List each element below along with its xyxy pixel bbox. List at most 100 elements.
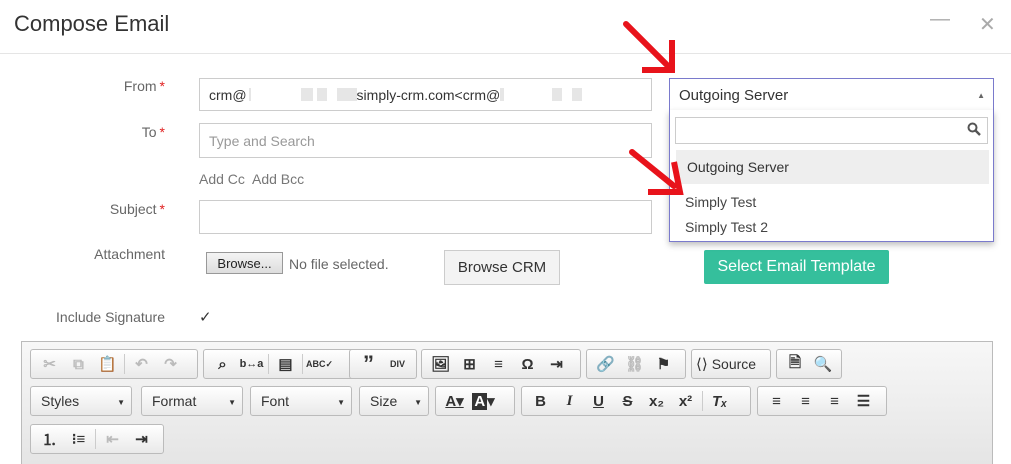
add-bcc-link[interactable]: Add Bcc: [252, 171, 304, 187]
redo-icon[interactable]: ↷: [156, 351, 185, 377]
browse-crm-button[interactable]: Browse CRM: [444, 250, 560, 285]
link-group: 🔗 ⛓ ⚑: [586, 349, 686, 379]
undo-icon[interactable]: ↶: [127, 351, 156, 377]
close-icon[interactable]: ✕: [979, 12, 996, 37]
justify-icon[interactable]: ☰: [849, 388, 878, 414]
dropdown-option[interactable]: Outgoing Server: [676, 150, 989, 184]
font-combo[interactable]: Font ▼: [250, 386, 352, 416]
redacted-text: [300, 88, 313, 101]
block-group: ” DIV: [349, 349, 417, 379]
size-label: Size: [370, 393, 398, 409]
subject-input[interactable]: [199, 200, 652, 234]
include-signature-checkbox[interactable]: ✓: [199, 310, 215, 326]
page-break-icon[interactable]: ⇥: [542, 351, 571, 377]
format-combo[interactable]: Format ▼: [141, 386, 243, 416]
to-label: To *: [141, 124, 165, 140]
outdent-icon[interactable]: ⇤: [98, 426, 127, 452]
chevron-down-icon: ▼: [228, 398, 236, 407]
superscript-icon[interactable]: x²: [671, 388, 700, 414]
subject-label: Subject *: [109, 201, 165, 217]
template-group: 🗎 🔍: [776, 349, 842, 379]
modal-header: Compose Email — ✕: [0, 0, 1011, 54]
dropdown-search-input[interactable]: [675, 117, 988, 144]
dropdown-option[interactable]: Simply Test 2: [670, 212, 989, 242]
align-group: ≡ ≡ ≡ ☰: [757, 386, 887, 416]
from-field[interactable]: crm@ simply-crm.com<crm@: [199, 78, 652, 111]
remove-format-icon[interactable]: Tₓ: [705, 388, 734, 414]
bulleted-list-icon[interactable]: ⁝≡: [64, 426, 93, 452]
italic-icon[interactable]: I: [555, 388, 584, 414]
chevron-down-icon: ▼: [337, 398, 345, 407]
insert-group: 🖼 ⊞ ≡ Ω ⇥: [421, 349, 581, 379]
caret-up-icon: ▲: [977, 91, 985, 100]
paste-icon[interactable]: 📋: [93, 351, 122, 377]
text-color-icon[interactable]: A▾: [440, 388, 469, 414]
to-input[interactable]: Type and Search: [199, 123, 652, 158]
styles-combo[interactable]: Styles ▼: [30, 386, 132, 416]
minimize-icon[interactable]: —: [930, 8, 950, 31]
format-label: Format: [152, 393, 197, 409]
select-all-icon[interactable]: ▤: [271, 351, 300, 377]
from-value-prefix: crm@: [209, 86, 247, 103]
color-group: A▾ A ▾: [435, 386, 515, 416]
align-left-icon[interactable]: ≡: [762, 388, 791, 414]
browse-file-button[interactable]: Browse...: [206, 252, 283, 274]
from-label: From *: [123, 78, 165, 94]
cut-icon[interactable]: ✂: [35, 351, 64, 377]
modal-title: Compose Email: [14, 11, 170, 36]
toolbar-separator: [268, 354, 269, 374]
numbered-list-icon[interactable]: ⒈: [35, 426, 64, 452]
annotation-arrow-icon: [623, 21, 675, 73]
div-container-icon[interactable]: DIV: [383, 351, 412, 377]
bg-color-icon[interactable]: A ▾: [469, 388, 498, 414]
source-label: Source: [711, 356, 757, 372]
outgoing-server-value: Outgoing Server: [679, 86, 789, 104]
redacted-text: [336, 88, 357, 101]
styles-label: Styles: [41, 393, 80, 409]
font-label: Font: [261, 393, 290, 409]
select-email-template-button[interactable]: Select Email Template: [704, 250, 889, 284]
chevron-down-icon: ▼: [117, 398, 125, 407]
align-right-icon[interactable]: ≡: [820, 388, 849, 414]
templates-icon[interactable]: 🗎: [781, 351, 809, 377]
subscript-icon[interactable]: x₂: [642, 388, 671, 414]
chevron-down-icon: ▼: [414, 398, 422, 407]
strikethrough-icon[interactable]: S: [613, 388, 642, 414]
source-group: ⟨⟩ Source: [691, 349, 771, 379]
blockquote-icon[interactable]: ”: [354, 351, 383, 377]
redacted-text: [572, 88, 583, 101]
size-combo[interactable]: Size ▼: [359, 386, 429, 416]
source-icon: ⟨⟩: [696, 356, 708, 373]
underline-icon[interactable]: U: [584, 388, 613, 414]
redacted-text: [500, 88, 505, 101]
clipboard-group: ✂ ⧉ 📋 ↶ ↷: [30, 349, 198, 379]
align-center-icon[interactable]: ≡: [791, 388, 820, 414]
unlink-icon[interactable]: ⛓: [620, 351, 649, 377]
search-icon: [967, 122, 981, 139]
toolbar-separator: [702, 391, 703, 411]
replace-icon[interactable]: b↔a: [237, 351, 266, 377]
link-icon[interactable]: 🔗: [591, 351, 620, 377]
text-style-group: B I U S x₂ x² Tₓ: [521, 386, 751, 416]
attachment-label: Attachment: [94, 246, 165, 262]
image-icon[interactable]: 🖼: [426, 351, 455, 377]
special-char-icon[interactable]: Ω: [513, 351, 542, 377]
toolbar-separator: [302, 354, 303, 374]
indent-icon[interactable]: ⇥: [127, 426, 156, 452]
horizontal-line-icon[interactable]: ≡: [484, 351, 513, 377]
list-group: ⒈ ⁝≡ ⇤ ⇥: [30, 424, 164, 454]
add-cc-link[interactable]: Add Cc: [199, 171, 245, 187]
outgoing-server-select[interactable]: Outgoing Server ▲: [669, 78, 994, 111]
copy-icon[interactable]: ⧉: [64, 351, 93, 377]
rich-text-editor: ✂ ⧉ 📋 ↶ ↷ ⌕ b↔a ▤ ABC✓ ” DIV 🖼 ⊞ ≡ Ω ⇥ 🔗…: [21, 341, 993, 464]
spellcheck-icon[interactable]: ABC✓: [305, 351, 334, 377]
anchor-flag-icon[interactable]: ⚑: [649, 351, 678, 377]
find-icon[interactable]: ⌕: [208, 351, 237, 377]
bold-icon[interactable]: B: [526, 388, 555, 414]
preview-icon[interactable]: 🔍: [809, 351, 837, 377]
toolbar-separator: [95, 429, 96, 449]
find-group: ⌕ b↔a ▤ ABC✓: [203, 349, 363, 379]
table-icon[interactable]: ⊞: [455, 351, 484, 377]
source-button[interactable]: ⟨⟩ Source: [696, 351, 756, 377]
from-value-domain: simply-crm.com<crm@: [356, 86, 501, 103]
